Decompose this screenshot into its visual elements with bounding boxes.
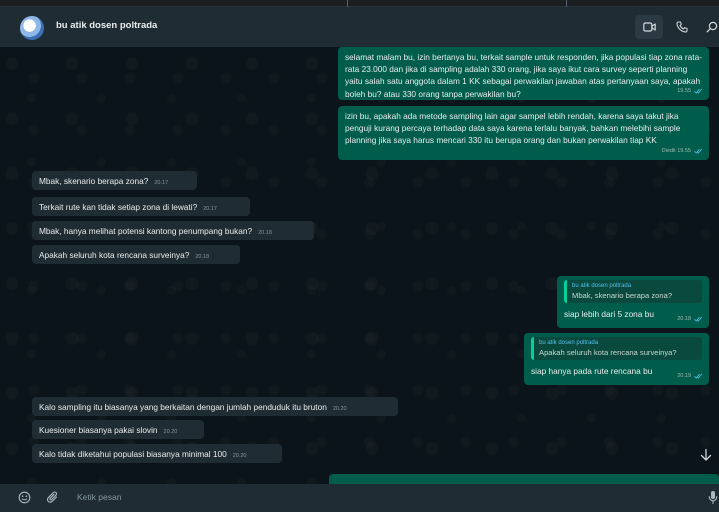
- message-list[interactable]: selamat malam bu, izin bertanya bu, terk…: [0, 47, 719, 484]
- message-bubble-outgoing-reply[interactable]: bu atik dosen poltrada Apakah seluruh ko…: [524, 333, 709, 385]
- video-call-button[interactable]: [635, 15, 663, 39]
- quoted-message[interactable]: bu atik dosen poltrada Mbak, skenario be…: [564, 280, 702, 303]
- attach-icon: [46, 491, 58, 503]
- message-bubble-incoming[interactable]: Mbak, hanya melihat potensi kantong penu…: [32, 221, 314, 240]
- message-text: siap lebih dari 5 zona bu: [564, 309, 654, 319]
- message-bubble-incoming[interactable]: Apakah seluruh kota rencana surveinya? 20…: [32, 245, 240, 264]
- voice-call-button[interactable]: [668, 15, 696, 39]
- message-text: Mbak, skenario berapa zona?: [39, 176, 149, 186]
- message-bubble-outgoing-reply[interactable]: bu atik dosen poltrada Mbak, skenario be…: [557, 276, 709, 328]
- message-time: 20.18: [677, 315, 691, 322]
- message-text: Terkait rute kan tidak setiap zona di le…: [39, 202, 198, 212]
- message-time: 20.19: [677, 372, 691, 379]
- message-time: 20.17: [203, 206, 217, 212]
- double-check-icon: [694, 316, 703, 322]
- message-time: 20.20: [332, 406, 347, 412]
- scroll-down-button[interactable]: [699, 448, 715, 462]
- message-time: Diedit 19.55: [661, 147, 691, 154]
- message-text: Apakah seluruh kota rencana surveinya?: [39, 250, 190, 260]
- message-time: 20.20: [232, 453, 247, 459]
- chat-header[interactable]: bu atik dosen poltrada: [0, 7, 719, 47]
- message-time: 20.20: [163, 429, 178, 435]
- scroll-down-icon: [700, 448, 712, 461]
- message-text: Kuesioner biasanya pakai slovin: [39, 425, 158, 435]
- attach-button[interactable]: [46, 491, 59, 509]
- quoted-text: Apakah seluruh kota rencana surveinya?: [539, 348, 677, 357]
- quoted-sender: bu atik dosen poltrada: [539, 340, 599, 346]
- message-text: Mbak, hanya melihat potensi kantong penu…: [39, 226, 253, 236]
- search-button[interactable]: [700, 15, 719, 39]
- strip-divider: [347, 0, 348, 7]
- message-text: Kalo sampling itu biasanya yang berkaita…: [39, 402, 327, 412]
- message-bubble-incoming[interactable]: Kuesioner biasanya pakai slovin 20.20: [32, 420, 204, 439]
- mic-icon: [708, 491, 718, 505]
- message-time: 20.17: [154, 180, 169, 186]
- message-text: siap hanya pada rute rencana bu: [531, 366, 653, 376]
- composer-bar: Ketik pesan: [0, 484, 719, 512]
- message-text: selamat malam bu, izin bertanya bu, terk…: [345, 52, 702, 99]
- message-time: 20.18: [195, 254, 210, 260]
- message-bubble-incoming[interactable]: Terkait rute kan tidak setiap zona di le…: [32, 197, 250, 216]
- message-meta: 20.19: [677, 370, 703, 382]
- voice-call-icon: [676, 21, 688, 33]
- avatar[interactable]: [20, 16, 44, 40]
- quoted-text: Mbak, skenario berapa zona?: [572, 291, 673, 300]
- quoted-message[interactable]: bu atik dosen poltrada Apakah seluruh ko…: [531, 337, 702, 360]
- message-bubble-outgoing-partial[interactable]: [329, 474, 719, 484]
- message-bubble-outgoing[interactable]: izin bu, apakah ada metode sampling lain…: [338, 106, 709, 160]
- message-time: 19.55: [677, 87, 691, 94]
- message-bubble-incoming[interactable]: Kalo sampling itu biasanya yang berkaita…: [32, 397, 398, 416]
- message-text: Kalo tidak diketahui populasi biasanya m…: [39, 449, 227, 459]
- emoji-icon: [18, 491, 31, 504]
- message-bubble-outgoing[interactable]: selamat malam bu, izin bertanya bu, terk…: [338, 47, 709, 100]
- double-check-icon: [694, 373, 703, 379]
- double-check-icon: [694, 88, 703, 94]
- window-top-strip: [0, 0, 719, 7]
- message-input[interactable]: Ketik pesan: [77, 492, 121, 502]
- message-bubble-incoming[interactable]: Kalo tidak diketahui populasi biasanya m…: [32, 444, 282, 463]
- search-icon: [706, 21, 718, 33]
- mic-button[interactable]: [708, 490, 718, 510]
- message-bubble-incoming[interactable]: Mbak, skenario berapa zona? 20.17: [32, 171, 197, 190]
- emoji-button[interactable]: [18, 491, 31, 509]
- message-meta: 19.55: [677, 85, 703, 97]
- message-time: 20.18: [258, 230, 272, 236]
- message-text: izin bu, apakah ada metode sampling lain…: [345, 111, 681, 146]
- message-meta: 20.18: [677, 313, 703, 325]
- strip-divider: [566, 0, 567, 7]
- message-meta: Diedit 19.55: [662, 145, 703, 157]
- video-call-icon: [642, 22, 656, 32]
- quoted-sender: bu atik dosen poltrada: [572, 283, 632, 289]
- contact-name[interactable]: bu atik dosen poltrada: [56, 20, 157, 31]
- double-check-icon: [694, 148, 703, 154]
